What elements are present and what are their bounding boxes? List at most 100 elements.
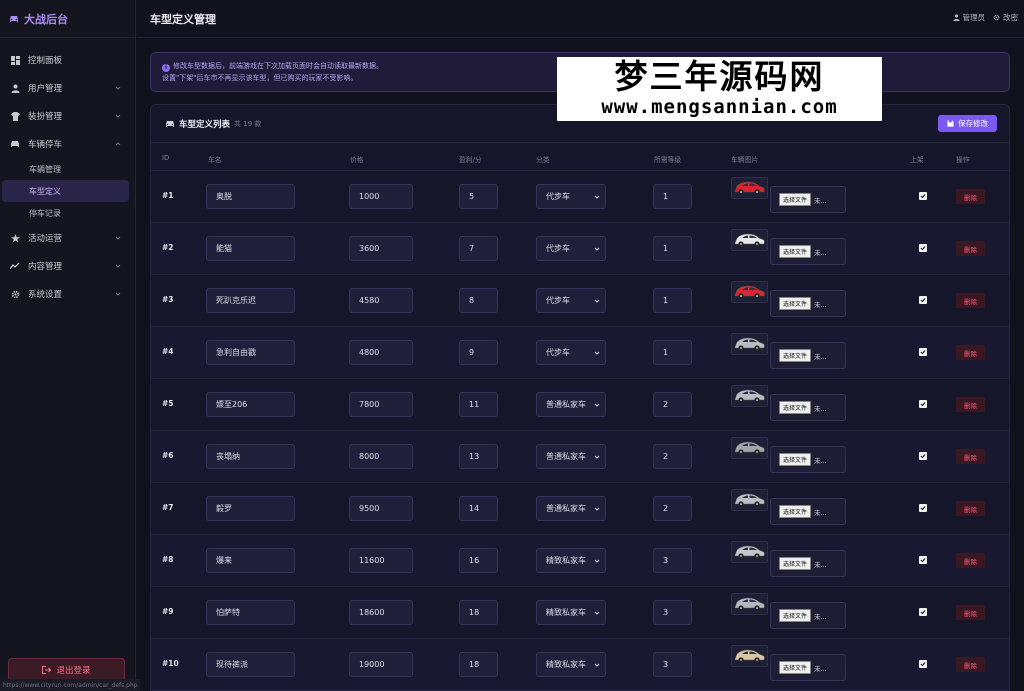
car-name-input[interactable]: 丧塌纳 bbox=[206, 444, 295, 469]
category-select[interactable]: 精致私家车 bbox=[536, 548, 606, 573]
choose-file-button[interactable]: 选择文件 bbox=[779, 505, 812, 518]
choose-file-button[interactable]: 选择文件 bbox=[779, 661, 812, 674]
required-level-input[interactable]: 1 bbox=[653, 236, 692, 261]
image-file-input[interactable]: 选择文件 未... bbox=[770, 446, 846, 473]
category-select[interactable]: 普通私家车 bbox=[536, 392, 606, 417]
delete-button[interactable]: 删除 bbox=[956, 293, 985, 308]
category-select[interactable]: 代步车 bbox=[536, 288, 606, 313]
price-input[interactable]: 1000 bbox=[349, 184, 413, 209]
category-select[interactable]: 代步车 bbox=[536, 184, 606, 209]
sidebar-item-outfits[interactable]: 装扮管理 bbox=[0, 102, 135, 130]
delete-button[interactable]: 删除 bbox=[956, 241, 985, 256]
category-select[interactable]: 精致私家车 bbox=[536, 600, 606, 625]
price-input[interactable]: 7800 bbox=[349, 392, 413, 417]
user-menu[interactable]: 管理员 bbox=[952, 12, 985, 23]
price-input[interactable]: 8000 bbox=[349, 444, 413, 469]
choose-file-button[interactable]: 选择文件 bbox=[779, 349, 812, 362]
required-level-input[interactable]: 3 bbox=[653, 600, 692, 625]
car-name-input[interactable]: 现待裤派 bbox=[206, 652, 295, 677]
image-file-input[interactable]: 选择文件 未... bbox=[770, 550, 846, 577]
delete-button[interactable]: 删除 bbox=[956, 605, 985, 620]
price-input[interactable]: 18600 bbox=[349, 600, 413, 625]
category-select[interactable]: 精致私家车 bbox=[536, 652, 606, 677]
profit-input[interactable]: 11 bbox=[459, 392, 498, 417]
listed-checkbox[interactable] bbox=[919, 452, 927, 460]
profit-input[interactable]: 5 bbox=[459, 184, 498, 209]
sidebar-item-dashboard[interactable]: 控制面板 bbox=[0, 46, 135, 74]
required-level-input[interactable]: 3 bbox=[653, 652, 692, 677]
sidebar-item-vehicles[interactable]: 车辆停车 bbox=[0, 130, 135, 158]
profit-input[interactable]: 9 bbox=[459, 340, 498, 365]
image-file-input[interactable]: 选择文件 未... bbox=[770, 238, 846, 265]
listed-checkbox[interactable] bbox=[919, 400, 927, 408]
delete-button[interactable]: 删除 bbox=[956, 501, 985, 516]
price-input[interactable]: 19000 bbox=[349, 652, 413, 677]
car-name-input[interactable]: 能猫 bbox=[206, 236, 295, 261]
choose-file-button[interactable]: 选择文件 bbox=[779, 401, 812, 414]
delete-button[interactable]: 删除 bbox=[956, 397, 985, 412]
required-level-input[interactable]: 1 bbox=[653, 184, 692, 209]
price-input[interactable]: 3600 bbox=[349, 236, 413, 261]
car-name-input[interactable]: 怕萨特 bbox=[206, 600, 295, 625]
listed-checkbox[interactable] bbox=[919, 244, 927, 252]
choose-file-button[interactable]: 选择文件 bbox=[779, 557, 812, 570]
profit-input[interactable]: 14 bbox=[459, 496, 498, 521]
required-level-input[interactable]: 1 bbox=[653, 288, 692, 313]
sidebar-item-events[interactable]: 活动运营 bbox=[0, 224, 135, 252]
image-file-input[interactable]: 选择文件 未... bbox=[770, 186, 846, 213]
category-select[interactable]: 代步车 bbox=[536, 340, 606, 365]
required-level-input[interactable]: 2 bbox=[653, 392, 692, 417]
required-level-input[interactable]: 3 bbox=[653, 548, 692, 573]
car-name-input[interactable]: 爆来 bbox=[206, 548, 295, 573]
price-input[interactable]: 11600 bbox=[349, 548, 413, 573]
sidebar-item-users[interactable]: 用户管理 bbox=[0, 74, 135, 102]
choose-file-button[interactable]: 选择文件 bbox=[779, 609, 812, 622]
required-level-input[interactable]: 2 bbox=[653, 496, 692, 521]
listed-checkbox[interactable] bbox=[919, 348, 927, 356]
delete-button[interactable]: 删除 bbox=[956, 553, 985, 568]
image-file-input[interactable]: 选择文件 未... bbox=[770, 654, 846, 681]
listed-checkbox[interactable] bbox=[919, 504, 927, 512]
delete-button[interactable]: 删除 bbox=[956, 449, 985, 464]
profit-input[interactable]: 13 bbox=[459, 444, 498, 469]
sidebar-subitem-parking-records[interactable]: 停车记录 bbox=[2, 202, 129, 224]
required-level-input[interactable]: 2 bbox=[653, 444, 692, 469]
image-file-input[interactable]: 选择文件 未... bbox=[770, 290, 846, 317]
category-select[interactable]: 普通私家车 bbox=[536, 444, 606, 469]
profit-input[interactable]: 7 bbox=[459, 236, 498, 261]
image-file-input[interactable]: 选择文件 未... bbox=[770, 498, 846, 525]
brand[interactable]: 大战后台 bbox=[0, 0, 135, 38]
image-file-input[interactable]: 选择文件 未... bbox=[770, 602, 846, 629]
profit-input[interactable]: 8 bbox=[459, 288, 498, 313]
choose-file-button[interactable]: 选择文件 bbox=[779, 193, 812, 206]
choose-file-button[interactable]: 选择文件 bbox=[779, 297, 812, 310]
required-level-input[interactable]: 1 bbox=[653, 340, 692, 365]
listed-checkbox[interactable] bbox=[919, 608, 927, 616]
price-input[interactable]: 4800 bbox=[349, 340, 413, 365]
save-button[interactable]: 保存修改 bbox=[938, 115, 997, 132]
car-name-input[interactable]: 急利自由戳 bbox=[206, 340, 295, 365]
car-name-input[interactable]: 奥脱 bbox=[206, 184, 295, 209]
profit-input[interactable]: 18 bbox=[459, 652, 498, 677]
listed-checkbox[interactable] bbox=[919, 192, 927, 200]
change-password-link[interactable]: 改密 bbox=[993, 12, 1018, 23]
category-select[interactable]: 普通私家车 bbox=[536, 496, 606, 521]
delete-button[interactable]: 删除 bbox=[956, 189, 985, 204]
sidebar-subitem-car-definitions[interactable]: 车型定义 bbox=[2, 180, 129, 202]
car-name-input[interactable]: 死趴克乐迟 bbox=[206, 288, 295, 313]
price-input[interactable]: 4580 bbox=[349, 288, 413, 313]
car-name-input[interactable]: 毅罗 bbox=[206, 496, 295, 521]
listed-checkbox[interactable] bbox=[919, 660, 927, 668]
profit-input[interactable]: 16 bbox=[459, 548, 498, 573]
sidebar-subitem-car-management[interactable]: 车辆管理 bbox=[2, 158, 129, 180]
price-input[interactable]: 9500 bbox=[349, 496, 413, 521]
delete-button[interactable]: 删除 bbox=[956, 657, 985, 672]
car-name-input[interactable]: 嫖至206 bbox=[206, 392, 295, 417]
image-file-input[interactable]: 选择文件 未... bbox=[770, 394, 846, 421]
choose-file-button[interactable]: 选择文件 bbox=[779, 453, 812, 466]
delete-button[interactable]: 删除 bbox=[956, 345, 985, 360]
sidebar-item-content[interactable]: 内容管理 bbox=[0, 252, 135, 280]
profit-input[interactable]: 18 bbox=[459, 600, 498, 625]
sidebar-item-settings[interactable]: 系统设置 bbox=[0, 280, 135, 308]
image-file-input[interactable]: 选择文件 未... bbox=[770, 342, 846, 369]
